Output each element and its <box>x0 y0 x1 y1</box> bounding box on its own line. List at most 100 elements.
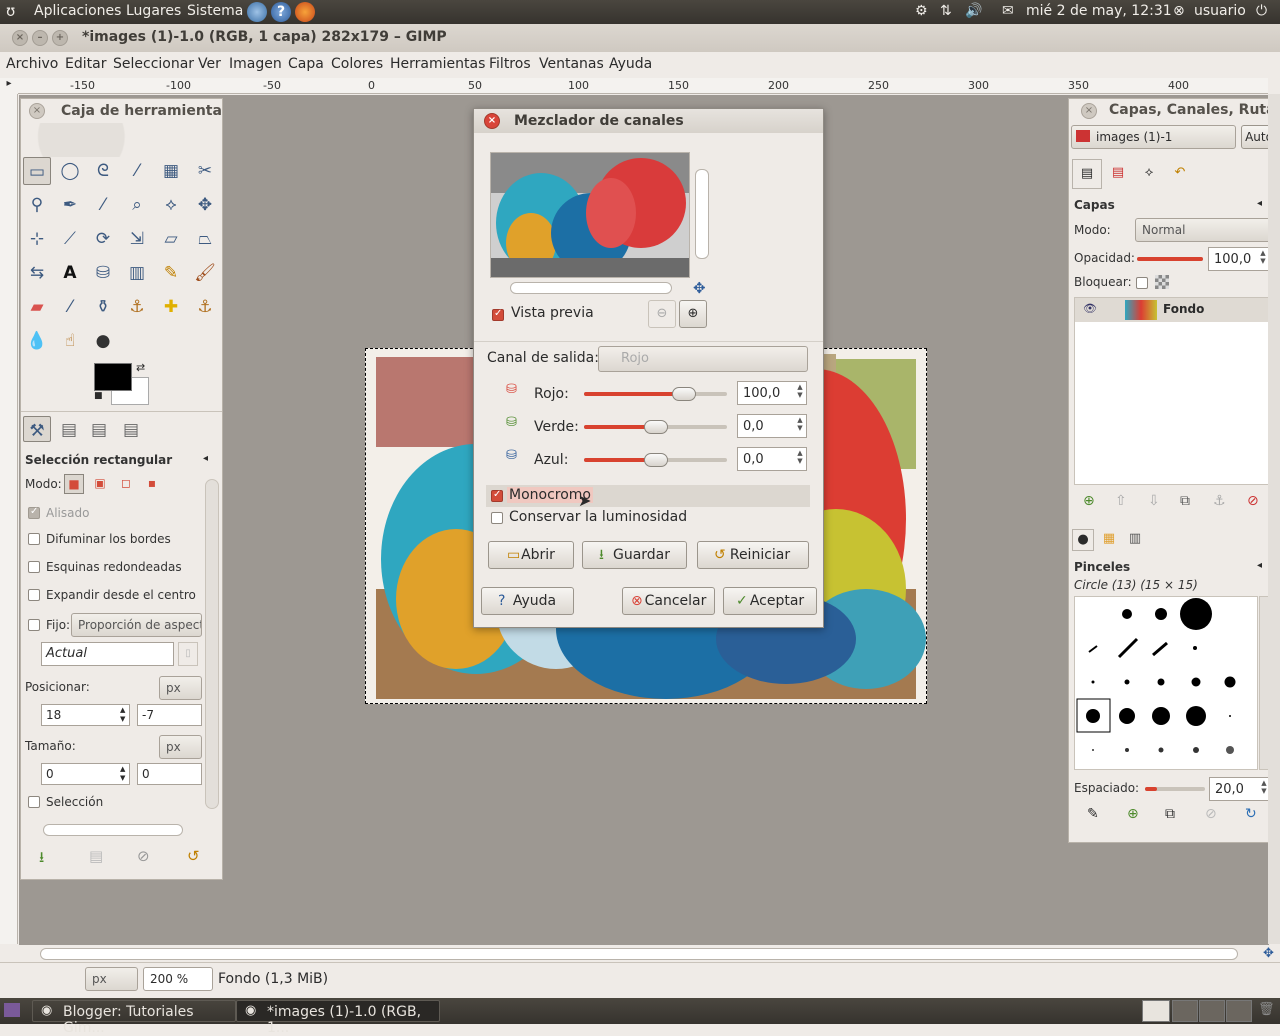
brushes-tab-icon[interactable]: ● <box>1072 529 1094 551</box>
dialog-titlebar[interactable]: × Mezclador de canales <box>474 109 823 133</box>
power-icon[interactable]: ⏻ <box>1256 3 1267 19</box>
blur-icon[interactable]: 💧 <box>23 327 51 355</box>
save-options-icon[interactable]: ⭳ <box>39 847 44 872</box>
eraser-icon[interactable]: ▰ <box>23 293 51 321</box>
duplicate-brush-icon[interactable]: ⧉ <box>1165 806 1175 822</box>
opacity-input[interactable]: 100,0 <box>1208 247 1270 271</box>
red-slider-knob[interactable] <box>672 387 697 401</box>
patterns-tab-icon[interactable]: ▦ <box>1098 529 1120 551</box>
reset-button[interactable]: ↺ Reiniciar <box>697 541 809 569</box>
blue-slider[interactable] <box>584 453 727 467</box>
default-icon[interactable]: ▯ <box>178 642 198 666</box>
green-slider-knob[interactable] <box>643 420 668 434</box>
menu-ayuda[interactable]: Ayuda <box>609 56 652 72</box>
task-gimp[interactable]: ◉ *images (1)-1.0 (RGB, 1... <box>236 1000 440 1036</box>
pencil-icon[interactable]: ✎ <box>157 259 185 287</box>
raise-layer-icon[interactable]: ⇧ <box>1115 493 1127 509</box>
size-unit-select[interactable]: px <box>159 735 202 759</box>
window-titlebar[interactable]: × – + *images (1)-1.0 (RGB, 1 capa) 282x… <box>0 24 1280 52</box>
delete-options-icon[interactable]: ⊘ <box>137 847 150 865</box>
ruler-corner-icon[interactable]: ▸ <box>0 78 18 94</box>
lower-layer-icon[interactable]: ⇩ <box>1148 493 1160 509</box>
firefox-icon[interactable] <box>295 2 315 22</box>
ink-icon[interactable]: ⚱ <box>89 293 117 321</box>
feather-checkbox[interactable] <box>28 533 40 545</box>
spacing-slider[interactable] <box>1145 787 1205 791</box>
cancel-button[interactable]: ⊗ Cancelar <box>622 587 715 615</box>
perspective-icon[interactable]: ⏢ <box>191 225 219 253</box>
blend-icon[interactable]: ▥ <box>123 259 151 287</box>
workspace-2[interactable] <box>1172 1000 1198 1022</box>
user-status-icon[interactable]: ⊗ <box>1173 3 1185 19</box>
images-tab-icon[interactable]: ▤ <box>117 416 145 442</box>
brushes-grid[interactable] <box>1074 596 1258 770</box>
menu-seleccionar[interactable]: Seleccionar <box>113 56 194 72</box>
clock[interactable]: mié 2 de may, 12:31 <box>1026 3 1172 19</box>
delete-layer-icon[interactable]: ⊘ <box>1247 493 1259 509</box>
mode-intersect-icon[interactable]: ▪ <box>142 474 162 494</box>
edit-brush-icon[interactable]: ✎ <box>1087 806 1099 822</box>
visibility-eye-icon[interactable]: 👁 <box>1083 302 1097 315</box>
unit-select[interactable]: px <box>85 967 138 991</box>
mode-subtract-icon[interactable]: ◻ <box>116 474 136 494</box>
position-unit-select[interactable]: px <box>159 676 202 700</box>
measure-icon[interactable]: ⟡ <box>157 191 185 219</box>
green-slider[interactable] <box>584 420 727 434</box>
workspace-1[interactable] <box>1142 1000 1170 1022</box>
scissors-icon[interactable]: ✂ <box>191 157 219 185</box>
canvas-vscrollbar[interactable] <box>1268 94 1280 944</box>
size-w-spin-icon[interactable]: ▲ ▼ <box>120 765 125 783</box>
selection-checkbox[interactable] <box>28 796 40 808</box>
color-picker-icon[interactable]: ⁄ <box>89 191 117 219</box>
network-browser-icon[interactable] <box>247 2 267 22</box>
zoom-out-icon[interactable]: ⊖ <box>648 300 676 328</box>
layer-name[interactable]: Fondo <box>1163 302 1204 316</box>
color-select-icon[interactable]: ▦ <box>157 157 185 185</box>
task-blogger[interactable]: ◉ Blogger: Tutoriales Gim... <box>32 1000 236 1036</box>
zoom-icon[interactable]: ⌕ <box>123 191 151 219</box>
toolbox-close-icon[interactable]: × <box>29 103 45 119</box>
antialias-checkbox[interactable] <box>28 506 40 519</box>
window-close-icon[interactable]: × <box>12 30 28 46</box>
transfer-icon[interactable]: ⇅ <box>940 3 952 19</box>
airbrush-icon[interactable]: ⁄ <box>56 293 84 321</box>
help-button[interactable]: ? Ayuda <box>481 587 574 615</box>
navigate-icon[interactable]: ✥ <box>693 279 706 297</box>
blue-slider-knob[interactable] <box>643 453 668 467</box>
new-layer-icon[interactable]: ⊕ <box>1083 493 1095 509</box>
canvas-hscrollbar[interactable] <box>40 948 1238 960</box>
clone-icon[interactable]: ⚓ <box>123 293 151 321</box>
size-w-input[interactable]: 0 <box>41 763 130 785</box>
device-status-tab-icon[interactable]: ▤ <box>55 416 83 442</box>
volume-icon[interactable]: 🔊 <box>965 3 982 19</box>
channels-tab-icon[interactable]: ▤ <box>1103 159 1133 189</box>
layer-mode-select[interactable]: Normal <box>1135 218 1271 242</box>
align-icon[interactable]: ⊹ <box>23 225 51 253</box>
preview-image[interactable] <box>490 152 690 278</box>
expand-checkbox[interactable] <box>28 589 40 601</box>
undo-tab-icon[interactable]: ↶ <box>1165 159 1195 189</box>
layers-tab-icon[interactable]: ▤ <box>1072 159 1102 189</box>
anchor-layer-icon[interactable]: ⚓ <box>1213 493 1226 509</box>
save-button[interactable]: ⭳ Guardar <box>582 541 687 569</box>
paintbrush-icon[interactable]: 🖌 <box>191 259 219 287</box>
menu-aplicaciones[interactable]: Aplicaciones <box>34 3 121 19</box>
output-channel-select[interactable]: Rojo <box>598 346 808 372</box>
menu-archivo[interactable]: Archivo <box>6 56 58 72</box>
position-x-spin-icon[interactable]: ▲ ▼ <box>120 706 125 724</box>
ellipse-select-icon[interactable]: ◯ <box>56 157 84 185</box>
heal-icon[interactable]: ✚ <box>157 293 185 321</box>
paths-tab-icon[interactable]: ⟡ <box>1134 159 1164 189</box>
lock-pixels-checkbox[interactable] <box>1136 277 1148 289</box>
brush-presets-icon[interactable] <box>1075 597 1259 771</box>
perspective-clone-icon[interactable]: ⚓ <box>191 293 219 321</box>
restore-options-icon[interactable]: ▤ <box>89 847 103 865</box>
delete-brush-icon[interactable]: ⊘ <box>1205 806 1217 822</box>
scale-icon[interactable]: ⇲ <box>123 225 151 253</box>
trash-icon[interactable]: 🗑 <box>1258 1002 1276 1020</box>
menu-ventanas[interactable]: Ventanas <box>539 56 604 72</box>
bucket-fill-icon[interactable]: ⛁ <box>89 259 117 287</box>
opacity-slider[interactable] <box>1137 257 1203 261</box>
green-input[interactable]: 0,0 <box>737 414 807 438</box>
foreground-color-swatch[interactable] <box>94 363 132 391</box>
